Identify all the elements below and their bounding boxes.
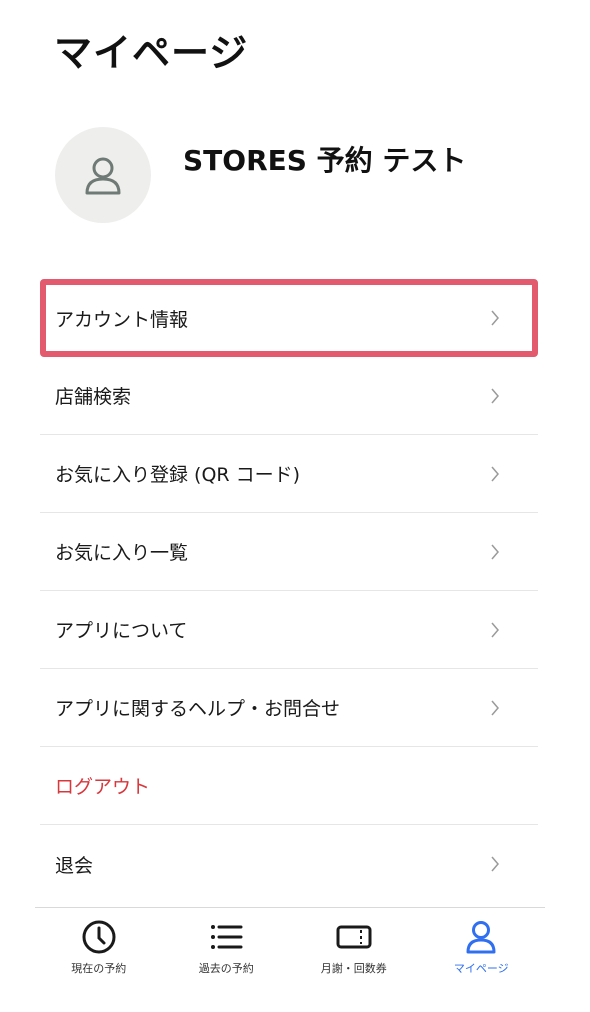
profile-section: STORES 予約 テスト [55,127,535,223]
menu-list: アカウント情報 店舗検索 お気に入り登録 (QR コード) お気に入り一覧 アプ… [40,279,538,903]
tab-label: 過去の予約 [198,962,254,975]
menu-item-store-search[interactable]: 店舗検索 [40,357,538,435]
user-icon [462,918,500,956]
chevron-right-icon [491,544,499,559]
menu-item-logout[interactable]: ログアウト [40,747,538,825]
menu-item-label: アプリに関するヘルプ・お問合せ [55,698,341,720]
menu-item-favorite-list[interactable]: お気に入り一覧 [40,513,538,591]
chevron-right-icon [491,466,499,481]
menu-item-withdraw[interactable]: 退会 [40,825,538,903]
tab-tickets[interactable]: 月謝・回数券 [290,908,418,1012]
tab-label: 現在の予約 [71,962,127,975]
chevron-right-icon [491,388,499,403]
menu-item-label: ログアウト [55,776,151,798]
chevron-right-icon [491,622,499,637]
list-icon [207,918,245,956]
menu-item-favorite-register-qr[interactable]: お気に入り登録 (QR コード) [40,435,538,513]
chevron-right-icon [491,856,499,872]
menu-item-label: お気に入り一覧 [55,542,189,564]
menu-item-label: 退会 [55,854,94,877]
menu-item-account-info[interactable]: アカウント情報 [40,279,538,357]
menu-item-label: 店舗検索 [55,386,132,408]
user-icon [85,157,121,195]
chevron-right-icon [491,700,499,715]
ticket-icon [335,918,373,956]
menu-item-label: アプリについて [55,620,188,642]
tab-label: マイページ [453,962,509,975]
tab-bar: 現在の予約 過去の予約 月謝・回数券 マイページ [35,907,545,1012]
avatar [55,127,151,223]
tab-label: 月謝・回数券 [320,962,387,975]
tab-current-reservations[interactable]: 現在の予約 [35,908,163,1012]
clock-icon [80,918,118,956]
chevron-right-icon [491,310,499,326]
menu-item-label: お気に入り登録 (QR コード) [55,464,301,486]
tab-my-page[interactable]: マイページ [418,908,546,1012]
profile-name: STORES 予約 テスト [183,144,467,177]
menu-item-about-app[interactable]: アプリについて [40,591,538,669]
tab-past-reservations[interactable]: 過去の予約 [163,908,291,1012]
menu-item-label: アカウント情報 [55,308,189,331]
menu-item-help-contact[interactable]: アプリに関するヘルプ・お問合せ [40,669,538,747]
page-title: マイページ [54,31,249,75]
